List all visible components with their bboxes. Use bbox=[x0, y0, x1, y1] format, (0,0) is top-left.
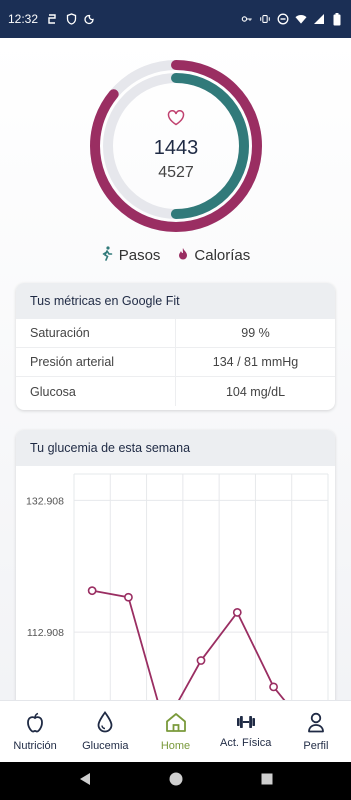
glucose-data-point bbox=[87, 586, 97, 596]
legend-calories: Calorías bbox=[178, 246, 250, 265]
legend-steps-label: Pasos bbox=[118, 247, 161, 264]
status-time: 12:32 bbox=[8, 12, 39, 26]
glucose-card-title: Tu glucemia de esta semana bbox=[16, 430, 335, 466]
nav-label: Perfil bbox=[303, 739, 329, 752]
glucose-data-point bbox=[196, 656, 206, 665]
person-icon bbox=[307, 712, 325, 736]
apple-icon bbox=[25, 712, 45, 736]
walking-icon bbox=[101, 246, 113, 265]
sync-icon bbox=[46, 13, 58, 25]
weekly-glucose-card: Tu glucemia de esta semana 132.908 112.90… bbox=[16, 430, 335, 700]
battery-icon bbox=[331, 12, 343, 25]
nav-home[interactable]: Home bbox=[140, 701, 210, 762]
nav-label: Act. Física bbox=[220, 737, 272, 749]
nav-label: Nutrición bbox=[13, 739, 57, 752]
heart-icon bbox=[167, 110, 185, 131]
nav-label: Glucemia bbox=[82, 740, 129, 752]
bottom-navigation: Nutrición Glucemia Home Act. Física Perf… bbox=[0, 700, 351, 762]
wifi-icon bbox=[295, 13, 307, 25]
dumbbell-icon bbox=[235, 714, 257, 733]
metrics-card-title: Tus métricas en Google Fit bbox=[16, 283, 335, 319]
status-bar: 12:32 bbox=[0, 0, 351, 38]
key-icon bbox=[241, 13, 253, 25]
metrics-table: Saturación 99 % Presión arterial 134 / 8… bbox=[16, 319, 335, 406]
shield-icon bbox=[65, 13, 77, 25]
glucose-data-point bbox=[269, 682, 278, 692]
ring-center: 1443 4527 bbox=[88, 58, 264, 234]
activity-ring: 1443 4527 bbox=[88, 58, 264, 234]
glucose-line-chart: 132.908 112.908 bbox=[26, 473, 329, 700]
nav-perfil[interactable]: Perfil bbox=[281, 701, 351, 762]
home-icon bbox=[165, 712, 187, 736]
flame-icon bbox=[178, 247, 188, 264]
metric-label: Saturación bbox=[16, 319, 176, 347]
metric-row-glucose: Glucosa 104 mg/dL bbox=[16, 377, 335, 406]
steps-value: 1443 bbox=[153, 137, 199, 159]
metric-value: 99 % bbox=[241, 326, 270, 340]
recents-icon[interactable] bbox=[261, 772, 273, 790]
vibrate-icon bbox=[259, 13, 271, 25]
calories-value: 4527 bbox=[158, 164, 194, 181]
y-tick-label: 112.908 bbox=[27, 627, 64, 639]
system-navigation-bar bbox=[0, 762, 351, 800]
back-icon[interactable] bbox=[79, 772, 91, 791]
metric-value: 104 mg/dL bbox=[225, 384, 286, 399]
metric-value: 134 / 81 mmHg bbox=[212, 355, 299, 369]
ring-legend: Pasos Calorías bbox=[0, 246, 351, 265]
glucose-data-point bbox=[232, 608, 242, 617]
metric-row-blood-pressure: Presión arterial 134 / 81 mmHg bbox=[16, 348, 335, 377]
metric-label: Glucosa bbox=[16, 377, 176, 406]
nav-nutricion[interactable]: Nutrición bbox=[0, 701, 70, 762]
nav-actividad-fisica[interactable]: Act. Física bbox=[211, 701, 281, 762]
home-button-icon[interactable] bbox=[169, 772, 183, 791]
signal-icon bbox=[313, 13, 325, 25]
drop-icon bbox=[97, 711, 113, 736]
dnd-icon bbox=[277, 13, 289, 25]
metric-row-saturation: Saturación 99 % bbox=[16, 319, 335, 348]
y-tick-label: 132.908 bbox=[26, 495, 64, 507]
nav-label: Home bbox=[160, 739, 191, 752]
legend-steps: Pasos bbox=[101, 246, 161, 265]
nav-glucemia[interactable]: Glucemia bbox=[70, 701, 140, 762]
google-fit-metrics-card: Tus métricas en Google Fit Saturación 99… bbox=[16, 283, 335, 410]
glucose-series-line bbox=[91, 589, 286, 700]
home-content: 1443 4527 Pasos Calorías Tus métricas en… bbox=[0, 38, 351, 700]
legend-calories-label: Calorías bbox=[194, 247, 251, 264]
metric-label: Presión arterial bbox=[16, 348, 176, 376]
do-not-disturb-schedule-icon bbox=[84, 13, 96, 25]
glucose-data-point bbox=[124, 592, 133, 602]
